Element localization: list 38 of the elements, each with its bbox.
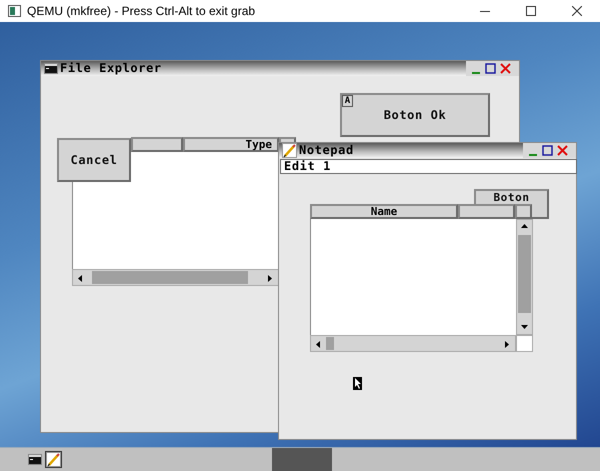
vertical-scrollbar[interactable] [516,219,533,335]
cursor-icon [353,377,362,390]
scroll-left-icon[interactable] [78,275,83,282]
scroll-right-icon[interactable] [505,341,510,348]
terminal-icon [28,454,42,465]
column-header[interactable] [131,137,183,152]
scroll-right-icon[interactable] [268,275,273,282]
scroll-thumb[interactable] [92,271,248,284]
scroll-thumb[interactable] [326,337,334,350]
column-header[interactable]: Type [183,137,279,152]
maximize-icon[interactable] [526,6,536,16]
horizontal-scrollbar[interactable] [72,269,279,286]
scroll-up-icon[interactable] [521,224,528,229]
column-header[interactable] [458,204,515,219]
app-icon [8,5,21,17]
pencil-icon [282,143,297,158]
terminal-icon [44,63,58,74]
scroll-down-icon[interactable] [521,325,528,330]
cancel-button[interactable]: Cancel [57,138,131,182]
maximize-icon[interactable] [485,63,496,74]
taskbar-button[interactable] [26,451,43,468]
maximize-icon[interactable] [542,145,553,156]
column-header[interactable]: Name [310,204,458,219]
scroll-thumb[interactable] [518,235,531,313]
scrollbar-corner [516,335,533,352]
minimize-icon[interactable] [480,10,490,12]
taskbar-button[interactable] [45,451,62,468]
window-title: File Explorer [60,61,163,76]
column-header[interactable] [515,204,532,219]
edit-field[interactable]: Edit 1 [280,159,577,174]
column-header[interactable] [279,137,296,142]
window-title: QEMU (mkfree) - Press Ctrl-Alt to exit grab [27,4,256,18]
pencil-icon [46,452,61,467]
hotkey-label: A [342,95,353,107]
window-title: Notepad [299,143,355,158]
scroll-left-icon[interactable] [316,341,321,348]
horizontal-scrollbar[interactable] [310,335,516,352]
close-icon[interactable] [572,6,582,16]
